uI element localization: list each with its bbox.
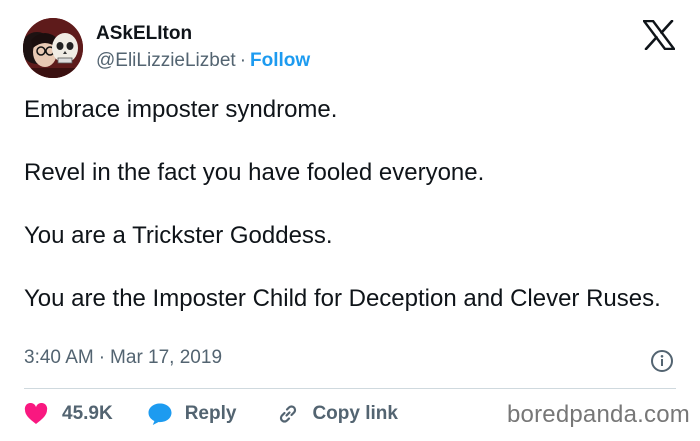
tweet-date: Mar 17, 2019 <box>110 347 223 368</box>
tweet-card: ASkELIton @EliLizzieLizbet · Follow Embrac… <box>0 0 700 441</box>
watermark: boredpanda.com <box>507 401 690 428</box>
info-icon[interactable] <box>650 349 674 373</box>
copy-link-button[interactable]: Copy link <box>276 402 398 426</box>
like-button[interactable]: 45.9K <box>24 403 113 425</box>
handle-separator: · <box>239 50 247 71</box>
avatar-image <box>23 18 83 78</box>
reply-bubble-icon <box>148 403 172 425</box>
x-logo-icon[interactable] <box>642 19 676 51</box>
reply-label: Reply <box>184 403 237 424</box>
heart-icon <box>24 403 48 424</box>
tweet-time: 3:40 AM <box>24 347 94 368</box>
avatar[interactable] <box>23 18 83 78</box>
like-count: 45.9K <box>62 403 113 424</box>
follow-button[interactable]: Follow <box>250 50 310 71</box>
tweet-paragraph: Embrace imposter syndrome. <box>24 96 338 123</box>
tweet-paragraph: Revel in the fact you have fooled everyo… <box>24 159 485 186</box>
tweet-paragraph: You are the Imposter Child for Deception… <box>24 285 661 312</box>
tweet-text: Embrace imposter syndrome. Revel in the … <box>24 94 674 314</box>
tweet-timestamp[interactable]: 3:40 AM · Mar 17, 2019 <box>24 347 222 369</box>
handle-row: @EliLizzieLizbet · Follow <box>96 48 310 74</box>
action-bar: 45.9K Reply Copy link <box>24 400 398 428</box>
link-icon <box>280 405 297 423</box>
timestamp-separator: · <box>98 347 106 368</box>
divider <box>24 388 676 389</box>
handle[interactable]: @EliLizzieLizbet <box>96 50 236 71</box>
reply-button[interactable]: Reply <box>147 402 237 426</box>
tweet-paragraph: You are a Trickster Goddess. <box>24 222 333 249</box>
author-block: ASkELIton @EliLizzieLizbet · Follow <box>96 22 310 74</box>
display-name[interactable]: ASkELIton <box>96 22 310 46</box>
copy-link-label: Copy link <box>312 403 398 424</box>
